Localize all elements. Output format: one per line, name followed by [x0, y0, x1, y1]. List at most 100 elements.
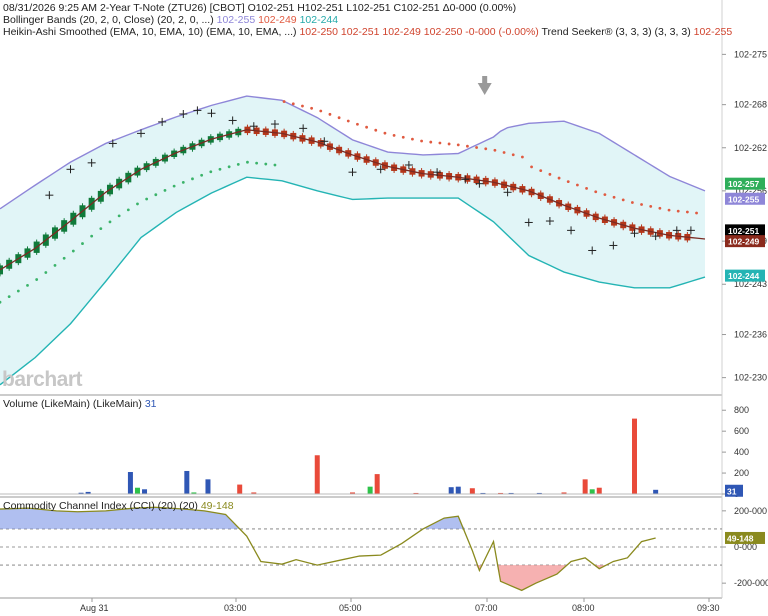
trend-seeker-dot [126, 208, 130, 212]
trend-seeker-dot [172, 184, 176, 188]
time-tick-label: 08:00 [572, 603, 595, 613]
volume-bar [632, 418, 637, 494]
chart-canvas[interactable]: 102-275102-268102-262102-256102-249102-2… [0, 0, 768, 616]
trend-seeker-dot [337, 116, 341, 120]
price-flag-label: 102-255 [728, 194, 759, 204]
trend-value: 102-255 [693, 26, 733, 38]
legend-volume[interactable]: Volume (LikeMain) (LikeMain) 31 [3, 398, 157, 410]
price-flag-label: 102-249 [728, 237, 759, 247]
trend-seeker-dot [35, 278, 39, 281]
cci-params: (20) [179, 500, 198, 512]
trend-seeker-dot [667, 208, 671, 212]
trend-seeker-dot [117, 214, 121, 218]
trend-seeker-dot [99, 227, 103, 231]
price-tick-label: 102-268 [734, 100, 767, 110]
trend-seeker-dot [649, 204, 653, 208]
legend-bollinger[interactable]: Bollinger Bands (20, 2, 0, Close) (20, 2… [3, 14, 338, 26]
price-flag-label: 102-257 [728, 179, 759, 189]
volume-bar [596, 487, 602, 494]
trend-seeker-dot [603, 193, 607, 197]
cci-tick-label: -200-000 [734, 578, 768, 588]
volume-bar [184, 470, 190, 494]
volume-bar [448, 487, 454, 494]
trend-seeker-dot [273, 163, 277, 167]
trend-seeker-dot [447, 142, 451, 146]
time-tick-label: 07:00 [475, 603, 498, 613]
cci-tick-label: 200-000 [734, 506, 767, 516]
cci-current-label: 49-148 [727, 533, 754, 543]
trend-seeker-dot [511, 153, 515, 157]
trend-seeker-dot [71, 249, 75, 253]
ohlc-text: O102-251 H102-251 L102-251 C102-251 [247, 2, 440, 14]
legend-cci[interactable]: Commodity Channel Index (CCI) (20) (20) … [3, 500, 234, 512]
trend-seeker-dot [328, 112, 332, 116]
volume-params: (LikeMain) [92, 398, 142, 410]
trend-seeker-dot [227, 165, 231, 169]
trend-seeker-dot [346, 119, 350, 123]
trend-seeker-dot [502, 151, 506, 154]
trend-seeker-dot [44, 271, 48, 274]
trend-seeker-dot [145, 197, 149, 201]
bollinger-mid-value: 102-249 [258, 14, 297, 26]
trend-seeker-dot [420, 139, 423, 143]
trend-seeker-dot [630, 201, 634, 204]
header-line: 08/31/2026 9:25 AM 2-Year T-Note (ZTU26)… [3, 2, 516, 14]
trend-seeker-dot [383, 131, 387, 135]
volume-bar [237, 484, 243, 494]
heikin-name: Heikin-Ashi Smoothed (EMA, 10, EMA, 10) [3, 26, 204, 38]
signal-arrow-icon [477, 83, 492, 95]
volume-bar [127, 472, 133, 494]
price-tick-label: 102-236 [734, 330, 767, 340]
trend-seeker-dot [310, 106, 314, 110]
trend-seeker-dot [264, 162, 268, 166]
trend-seeker-dot [594, 190, 598, 194]
trend-seeker-dot [392, 133, 396, 137]
bollinger-lower-value: 102-244 [299, 14, 339, 26]
trend-seeker-dot [90, 234, 94, 238]
volume-bar [455, 486, 461, 494]
trend-seeker-dot [246, 160, 249, 164]
volume-tick-label: 400 [734, 447, 749, 457]
trend-seeker-dot [191, 177, 194, 181]
trend-seeker-dot [548, 172, 552, 176]
change-text: Δ0-000 (0.00%) [442, 2, 517, 14]
brand-logo: barchart [2, 368, 83, 391]
trend-seeker-dot [612, 195, 616, 199]
trend-seeker-dot [493, 148, 497, 152]
volume-value: 31 [144, 398, 157, 410]
volume-bar [589, 489, 595, 494]
trend-seeker-dot [136, 202, 139, 206]
trend-seeker-dot [411, 137, 414, 141]
trend-seeker-dot [255, 161, 259, 165]
volume-bar [314, 455, 320, 494]
trend-seeker-dot [154, 193, 158, 197]
cci-value: 49-148 [200, 500, 234, 512]
trend-name: Trend Seeker® (3, 3, 3) [541, 26, 652, 38]
trend-seeker-dot [16, 289, 20, 293]
trend-seeker-dot [438, 141, 442, 145]
trend-seeker-dot [475, 146, 478, 149]
trend-seeker-dot [521, 155, 524, 159]
trend-seeker-dot [365, 125, 368, 129]
volume-current-label: 31 [727, 486, 737, 496]
trend-params: (3, 3, 3) [654, 26, 691, 38]
date-text: 08/31/2026 [3, 2, 56, 14]
trend-seeker-dot [575, 183, 579, 187]
bollinger-name: Bollinger Bands (20, 2, 0, Close) [3, 14, 155, 26]
instrument-name: 2-Year T-Note (ZTU26) [CBOT] [99, 2, 245, 14]
volume-bar [582, 479, 588, 494]
cci-oversold-fill [0, 565, 656, 591]
trend-seeker-dot [53, 263, 57, 267]
trend-seeker-dot [291, 102, 295, 106]
trend-seeker-dot [640, 203, 643, 206]
trend-seeker-dot [456, 143, 460, 147]
trend-seeker-dot [539, 169, 543, 172]
volume-bar [374, 474, 380, 494]
trend-seeker-dot [7, 295, 11, 299]
legend-heikin[interactable]: Heikin-Ashi Smoothed (EMA, 10, EMA, 10) … [3, 26, 732, 38]
volume-bar [367, 486, 373, 494]
trend-seeker-dot [108, 220, 112, 224]
bollinger-upper-value: 102-255 [216, 14, 256, 26]
trend-seeker-dot [81, 242, 84, 245]
trend-seeker-dot [484, 147, 488, 151]
